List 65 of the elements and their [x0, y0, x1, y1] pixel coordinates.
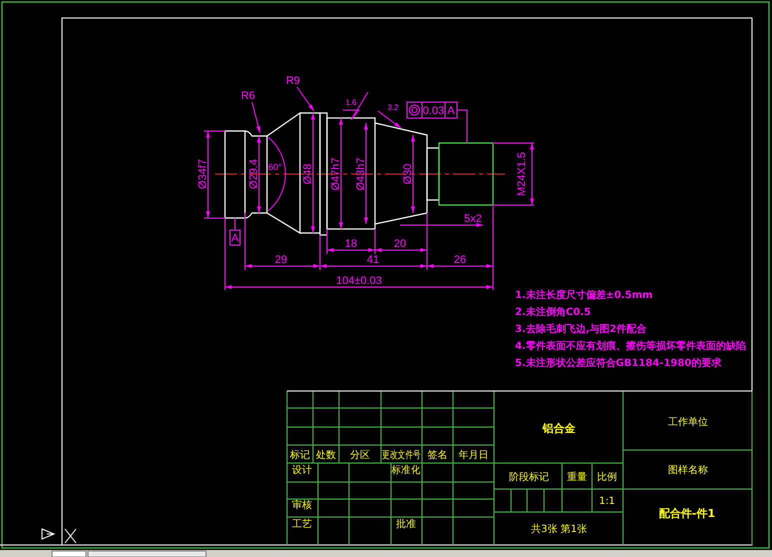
roundness-icon: [409, 104, 420, 116]
diameter-dimension: M24X1.5: [516, 152, 528, 196]
diameter-dimension: Ø47h7: [330, 157, 342, 191]
sheet-count: 共3张 第1张: [531, 524, 587, 535]
extension-line: [326, 228, 328, 254]
technical-note: 4.零件表面不应有划痕、擦伤等损坏零件表面的缺陷: [515, 341, 746, 352]
technical-note: 3.去除毛刺飞边,与图2件配合: [515, 324, 647, 335]
leader-line: [296, 86, 314, 112]
diameter-dimension: Ø30: [402, 164, 414, 184]
ucs-icon: [42, 528, 56, 540]
title-block-label: 重量: [567, 472, 587, 483]
extension-line: [244, 212, 246, 270]
leader-line: [456, 110, 468, 144]
diameter-dimension: Ø48: [302, 164, 314, 184]
length-dimension: 20: [394, 238, 406, 250]
length-dimension: 26: [454, 254, 466, 266]
title-block-label: 工艺: [292, 519, 312, 530]
leader-line: [378, 110, 402, 128]
title-block-label: 标记: [290, 450, 310, 461]
length-dimension: 41: [366, 254, 380, 266]
title-block-label: 签名: [428, 450, 448, 461]
scale-value: 1:1: [598, 496, 616, 507]
extension-line: [204, 130, 226, 132]
title-block-label: 分区: [350, 450, 370, 461]
extension-line: [492, 142, 534, 144]
angle-dimension: 60°: [268, 162, 282, 172]
title-block-label: 标准化: [392, 464, 420, 476]
length-dimension: 5x2: [464, 213, 482, 225]
technical-note: 5.未注形状公差应符合GB1184-1980的要求: [515, 358, 722, 369]
title-block-label: 图样名称: [668, 465, 708, 476]
layout-tab[interactable]: [52, 550, 86, 557]
datum-reference: A: [447, 105, 455, 117]
title-block-label: 设计: [292, 465, 312, 476]
extension-line: [374, 228, 376, 254]
radius-dimension: R6: [240, 90, 256, 102]
layout-tab[interactable]: [88, 550, 206, 557]
radius-dimension: R9: [286, 75, 300, 87]
title-block-label: 工作单位: [668, 417, 708, 428]
leader-line: [252, 102, 260, 134]
tolerance-value: 0.03: [422, 105, 444, 117]
leader-line: [234, 218, 236, 230]
tolerance-frame: [406, 102, 458, 118]
roughness-value: 3.2: [387, 103, 399, 112]
diameter-dimension: Ø43h7: [355, 157, 367, 191]
datum-label: A: [230, 230, 240, 246]
diameter-dimension: Ø29.4: [248, 159, 260, 189]
length-dimension: 104±0.03: [336, 275, 382, 287]
thread-section: [438, 142, 494, 206]
length-dimension: 29: [274, 254, 288, 266]
title-block-label: 阶段标记: [509, 472, 549, 483]
title-block-label: 处数: [316, 450, 336, 461]
dimension-line: [530, 142, 534, 206]
title-block-label: 审核: [292, 500, 312, 511]
title-block-label: 批准: [396, 519, 416, 530]
technical-note: 1.未注长度尺寸偏差±0.5mm: [515, 290, 653, 301]
roughness-value: 1.6: [345, 98, 357, 107]
technical-note: 2.未注倒角C0.5: [515, 307, 591, 318]
part-name: 配合件-件1: [658, 507, 716, 520]
title-block-label: 更改文件号: [382, 450, 421, 462]
title-block-label: 年月日: [458, 450, 488, 461]
title-block-label: 比例: [597, 472, 617, 483]
extension-line: [426, 212, 428, 270]
diameter-dimension: Ø34f7: [197, 159, 209, 189]
length-dimension: 18: [344, 238, 358, 250]
material-text: 铝合金: [542, 422, 576, 435]
